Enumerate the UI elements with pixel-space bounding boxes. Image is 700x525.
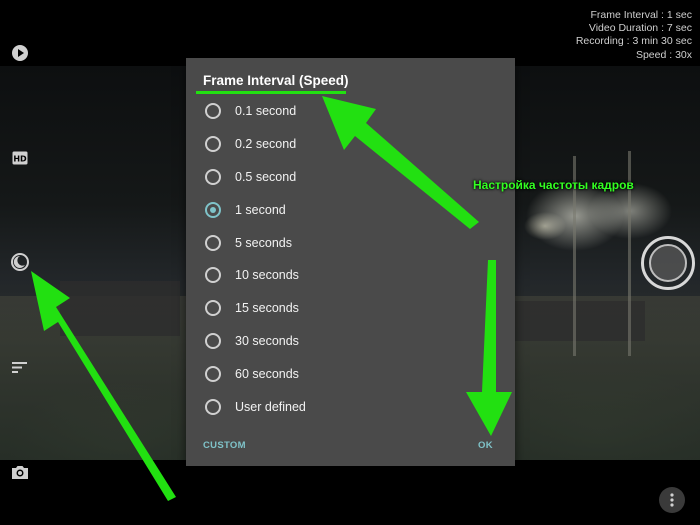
dialog-title: Frame Interval (Speed) <box>203 73 349 88</box>
status-video-duration: Video Duration : 7 sec <box>588 22 692 35</box>
hd-icon: HD <box>12 151 28 165</box>
camera-app-screen: Frame Interval : 1 sec Video Duration : … <box>0 0 700 525</box>
radio-button[interactable] <box>205 201 221 218</box>
interval-option[interactable]: 60 seconds <box>186 357 515 390</box>
custom-button[interactable]: CUSTOM <box>203 440 246 451</box>
option-label: 30 seconds <box>235 333 299 348</box>
interval-option[interactable]: 0.5 second <box>186 161 515 194</box>
viewfinder-building <box>60 281 180 336</box>
settings-list-button[interactable] <box>9 356 31 378</box>
resolution-button[interactable]: HD <box>9 147 31 169</box>
interval-option[interactable]: 10 seconds <box>186 259 515 292</box>
filter-icon <box>12 362 27 373</box>
annotation-text: Настройка частоты кадров <box>473 178 634 192</box>
more-vertical-icon <box>670 493 674 507</box>
option-label: 0.2 second <box>235 137 297 152</box>
photo-button[interactable] <box>9 461 31 483</box>
status-speed: Speed : 30x <box>635 48 692 61</box>
interval-option[interactable]: 15 seconds <box>186 292 515 325</box>
play-button[interactable] <box>9 42 31 64</box>
option-label: 5 seconds <box>235 235 292 250</box>
option-label: 0.1 second <box>235 104 297 119</box>
interval-option[interactable]: 0.2 second <box>186 128 515 161</box>
option-label: User defined <box>235 399 306 414</box>
title-highlight-underline <box>196 91 346 94</box>
status-frame-interval: Frame Interval : 1 sec <box>590 9 692 21</box>
option-label: 60 seconds <box>235 366 299 381</box>
night-mode-icon <box>11 253 29 271</box>
radio-button[interactable] <box>205 136 221 153</box>
viewfinder-building <box>515 301 645 341</box>
option-label: 0.5 second <box>235 169 297 184</box>
radio-button[interactable] <box>205 365 221 382</box>
shutter-inner <box>649 244 687 282</box>
radio-button[interactable] <box>205 300 221 317</box>
option-label: 15 seconds <box>235 301 299 316</box>
frame-interval-dialog: Frame Interval (Speed) 0.1 second 0.2 sec… <box>186 58 515 466</box>
status-recording: Recording : 3 min 30 sec <box>575 35 692 48</box>
svg-text:HD: HD <box>13 155 27 164</box>
interval-option[interactable]: 30 seconds <box>186 325 515 358</box>
interval-option[interactable]: 1 second <box>186 193 515 226</box>
ok-button[interactable]: OK <box>478 440 493 451</box>
interval-option[interactable]: 0.1 second <box>186 95 515 128</box>
option-label: 1 second <box>235 202 286 217</box>
radio-button[interactable] <box>205 332 221 349</box>
option-label: 10 seconds <box>235 268 299 283</box>
recording-status: Frame Interval : 1 sec Video Duration : … <box>576 9 692 62</box>
radio-button[interactable] <box>205 103 221 120</box>
radio-button[interactable] <box>205 398 221 415</box>
interval-button[interactable] <box>9 251 31 273</box>
interval-option[interactable]: User defined <box>186 390 515 423</box>
interval-options-list: 0.1 second 0.2 second 0.5 second 1 second 5 … <box>186 95 515 423</box>
camera-icon <box>12 466 28 479</box>
play-icon <box>12 45 28 61</box>
radio-button[interactable] <box>205 267 221 284</box>
radio-button[interactable] <box>205 234 221 251</box>
more-options-button[interactable] <box>659 487 685 513</box>
interval-option[interactable]: 5 seconds <box>186 226 515 259</box>
shutter-button[interactable] <box>641 236 695 290</box>
radio-button[interactable] <box>205 168 221 185</box>
